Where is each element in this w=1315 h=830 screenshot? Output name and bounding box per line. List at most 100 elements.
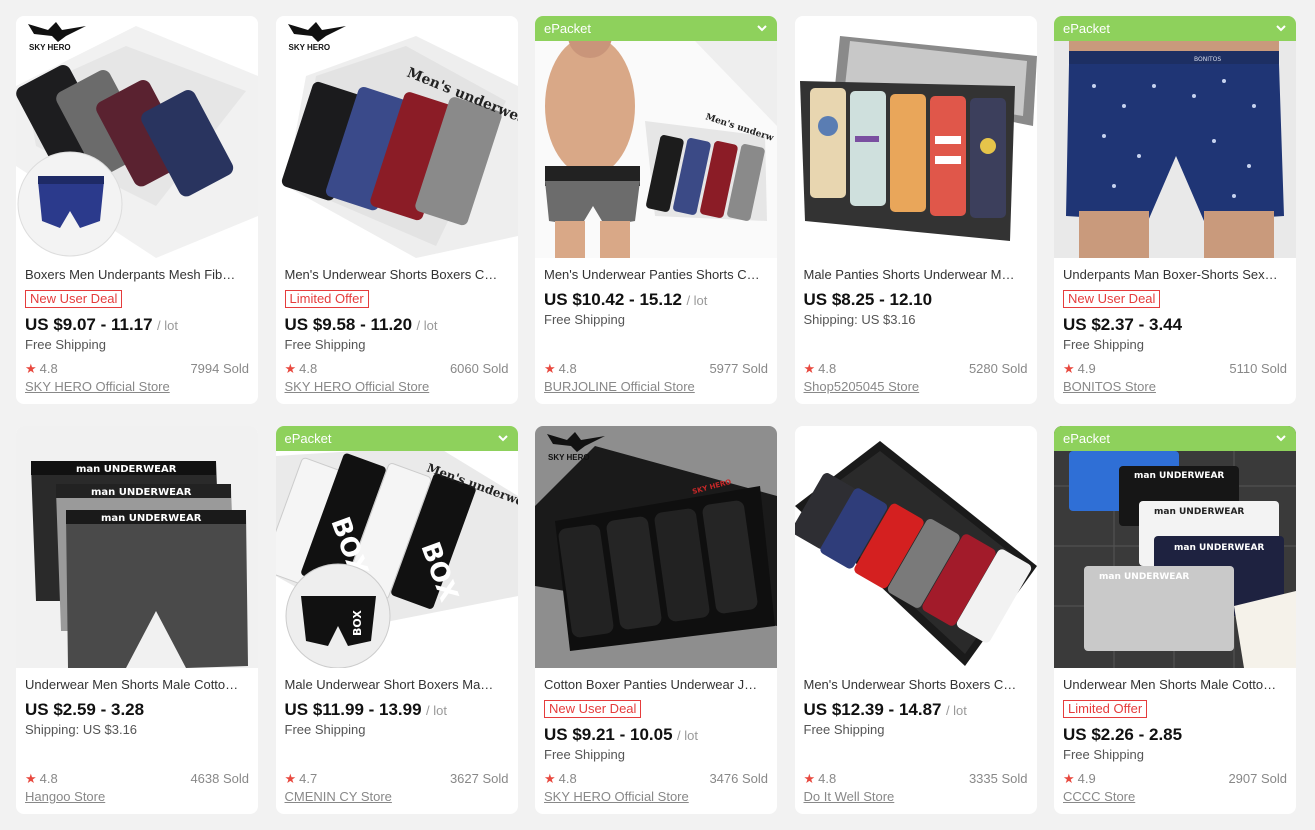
- rating: ★ 4.8: [284, 361, 318, 376]
- product-card[interactable]: man UNDERWEAR man UNDERWEAR man UNDERWEA…: [1054, 426, 1296, 814]
- brand-logo: SKY HERO: [545, 428, 607, 466]
- product-card[interactable]: BOX BOX Men's underwear BOX ePacket Male…: [275, 426, 518, 814]
- sold-count: 5280 Sold: [968, 361, 1028, 376]
- promo-badge: New User Deal: [25, 290, 123, 308]
- shipping-info: Shipping: US $3.16: [25, 722, 138, 737]
- store-link[interactable]: SKY HERO Official Store: [544, 789, 768, 805]
- product-image[interactable]: man UNDERWEAR man UNDERWEAR man UNDERWEA…: [16, 426, 258, 668]
- star-icon: ★: [1063, 361, 1075, 376]
- product-card[interactable]: Men's underw ePacket Men's Underwear Pan…: [535, 16, 777, 404]
- epacket-banner[interactable]: ePacket: [535, 16, 777, 41]
- price-unit: / lot: [416, 318, 438, 333]
- promo-badge: Limited Offer: [284, 290, 369, 308]
- svg-text:man UNDERWEAR: man UNDERWEAR: [1174, 543, 1264, 553]
- product-price: US $12.39 - 14.87: [803, 700, 942, 719]
- product-title[interactable]: Underwear Men Shorts Male Cotto…: [1063, 677, 1287, 693]
- promo-badge: New User Deal: [544, 700, 642, 718]
- shipping-info: Free Shipping: [284, 337, 366, 352]
- promo-badge: Limited Offer: [1063, 700, 1148, 718]
- brand-logo: SKY HERO: [26, 18, 88, 56]
- store-link[interactable]: BURJOLINE Official Store: [544, 379, 768, 395]
- product-card[interactable]: Men's underwear SKY HERO Men's Underwear…: [275, 16, 518, 404]
- product-price: US $9.07 - 11.17: [25, 315, 153, 334]
- svg-text:man UNDERWEAR: man UNDERWEAR: [1154, 507, 1244, 517]
- price-unit: / lot: [676, 728, 698, 743]
- star-icon: ★: [544, 771, 556, 786]
- product-image[interactable]: Men's underwear SKY HERO: [275, 16, 518, 258]
- svg-text:man UNDERWEAR: man UNDERWEAR: [91, 487, 192, 498]
- product-image[interactable]: BOX BOX Men's underwear BOX ePacket: [275, 426, 518, 668]
- store-link[interactable]: SKY HERO Official Store: [285, 379, 509, 395]
- product-title[interactable]: Male Underwear Short Boxers Ma…: [285, 677, 509, 693]
- epacket-banner[interactable]: ePacket: [1054, 16, 1296, 41]
- product-image[interactable]: Men's underw ePacket: [535, 16, 777, 258]
- svg-text:BOX: BOX: [351, 610, 364, 636]
- star-icon: ★: [25, 771, 37, 786]
- product-title[interactable]: Men's Underwear Shorts Boxers C…: [804, 677, 1028, 693]
- promo-badge: New User Deal: [1063, 290, 1161, 308]
- rating: ★ 4.9: [1063, 771, 1096, 786]
- product-price: US $2.37 - 3.44: [1063, 315, 1183, 334]
- sold-count: 3335 Sold: [968, 771, 1028, 786]
- chevron-down-icon: [1276, 25, 1286, 32]
- epacket-banner[interactable]: ePacket: [275, 426, 518, 451]
- shipping-info: Free Shipping: [25, 337, 106, 352]
- product-title[interactable]: Men's Underwear Panties Shorts C…: [544, 267, 768, 283]
- rating: ★ 4.8: [25, 771, 58, 786]
- store-link[interactable]: CCCC Store: [1063, 789, 1287, 805]
- epacket-banner[interactable]: ePacket: [1054, 426, 1296, 451]
- store-link[interactable]: Shop5205045 Store: [804, 379, 1028, 395]
- product-image[interactable]: man UNDERWEAR man UNDERWEAR man UNDERWEA…: [1054, 426, 1296, 668]
- shipping-info: Free Shipping: [1063, 747, 1144, 762]
- product-title[interactable]: Men's Underwear Shorts Boxers C…: [285, 267, 509, 283]
- product-grid: SKY HERO Boxers Men Underpants Mesh Fib……: [16, 16, 1296, 814]
- product-title[interactable]: Cotton Boxer Panties Underwear J…: [544, 677, 768, 693]
- product-image[interactable]: SKY HERO SKY HERO: [535, 426, 777, 668]
- shipping-info: Free Shipping: [1063, 337, 1144, 352]
- product-image[interactable]: SKY HERO: [16, 16, 258, 258]
- star-icon: ★: [25, 361, 37, 376]
- product-price: US $2.26 - 2.85: [1063, 725, 1183, 744]
- svg-text:man UNDERWEAR: man UNDERWEAR: [1099, 572, 1189, 582]
- store-link[interactable]: Hangoo Store: [25, 789, 249, 805]
- product-image[interactable]: [794, 426, 1037, 668]
- svg-text:man UNDERWEAR: man UNDERWEAR: [76, 464, 177, 475]
- shipping-info: Free Shipping: [284, 722, 366, 737]
- product-title[interactable]: Underpants Man Boxer-Shorts Sex…: [1063, 267, 1287, 283]
- price-unit: / lot: [945, 703, 967, 718]
- star-icon: ★: [1063, 771, 1075, 786]
- shipping-info: Free Shipping: [544, 747, 625, 762]
- product-card[interactable]: BONITOS ePacket Underpants Man Boxer-Sho…: [1054, 16, 1296, 404]
- rating: ★ 4.8: [544, 771, 577, 786]
- sold-count: 4638 Sold: [190, 771, 249, 786]
- product-price: US $9.58 - 11.20: [284, 315, 413, 334]
- product-image[interactable]: [794, 16, 1037, 258]
- rating: ★ 4.8: [803, 771, 837, 786]
- product-card[interactable]: SKY HERO Boxers Men Underpants Mesh Fib……: [16, 16, 258, 404]
- product-price: US $11.99 - 13.99: [284, 700, 422, 719]
- shipping-info: Free Shipping: [803, 722, 885, 737]
- product-title[interactable]: Boxers Men Underpants Mesh Fib…: [25, 267, 249, 283]
- store-link[interactable]: Do It Well Store: [804, 789, 1028, 805]
- shipping-info: Free Shipping: [544, 312, 625, 327]
- shipping-info: Shipping: US $3.16: [803, 312, 916, 327]
- product-title[interactable]: Underwear Men Shorts Male Cotto…: [25, 677, 249, 693]
- store-link[interactable]: BONITOS Store: [1063, 379, 1287, 395]
- store-link[interactable]: SKY HERO Official Store: [25, 379, 249, 395]
- rating: ★ 4.8: [544, 361, 577, 376]
- product-title[interactable]: Male Panties Shorts Underwear M…: [804, 267, 1028, 283]
- rating: ★ 4.7: [284, 771, 318, 786]
- sold-count: 5110 Sold: [1229, 361, 1287, 376]
- product-card[interactable]: Men's Underwear Shorts Boxers C… US $12.…: [794, 426, 1037, 814]
- product-image[interactable]: BONITOS ePacket: [1054, 16, 1296, 258]
- rating: ★ 4.8: [25, 361, 58, 376]
- star-icon: ★: [284, 771, 297, 786]
- product-card[interactable]: SKY HERO SKY HERO Cotton Boxer Panties U…: [535, 426, 777, 814]
- product-card[interactable]: man UNDERWEAR man UNDERWEAR man UNDERWEA…: [16, 426, 258, 814]
- store-link[interactable]: CMENIN CY Store: [285, 789, 509, 805]
- sold-count: 6060 Sold: [449, 361, 509, 376]
- product-card[interactable]: Male Panties Shorts Underwear M… US $8.2…: [794, 16, 1037, 404]
- sold-count: 3476 Sold: [709, 771, 768, 786]
- product-price: US $9.21 - 10.05: [544, 725, 673, 744]
- chevron-down-icon: [1276, 435, 1286, 442]
